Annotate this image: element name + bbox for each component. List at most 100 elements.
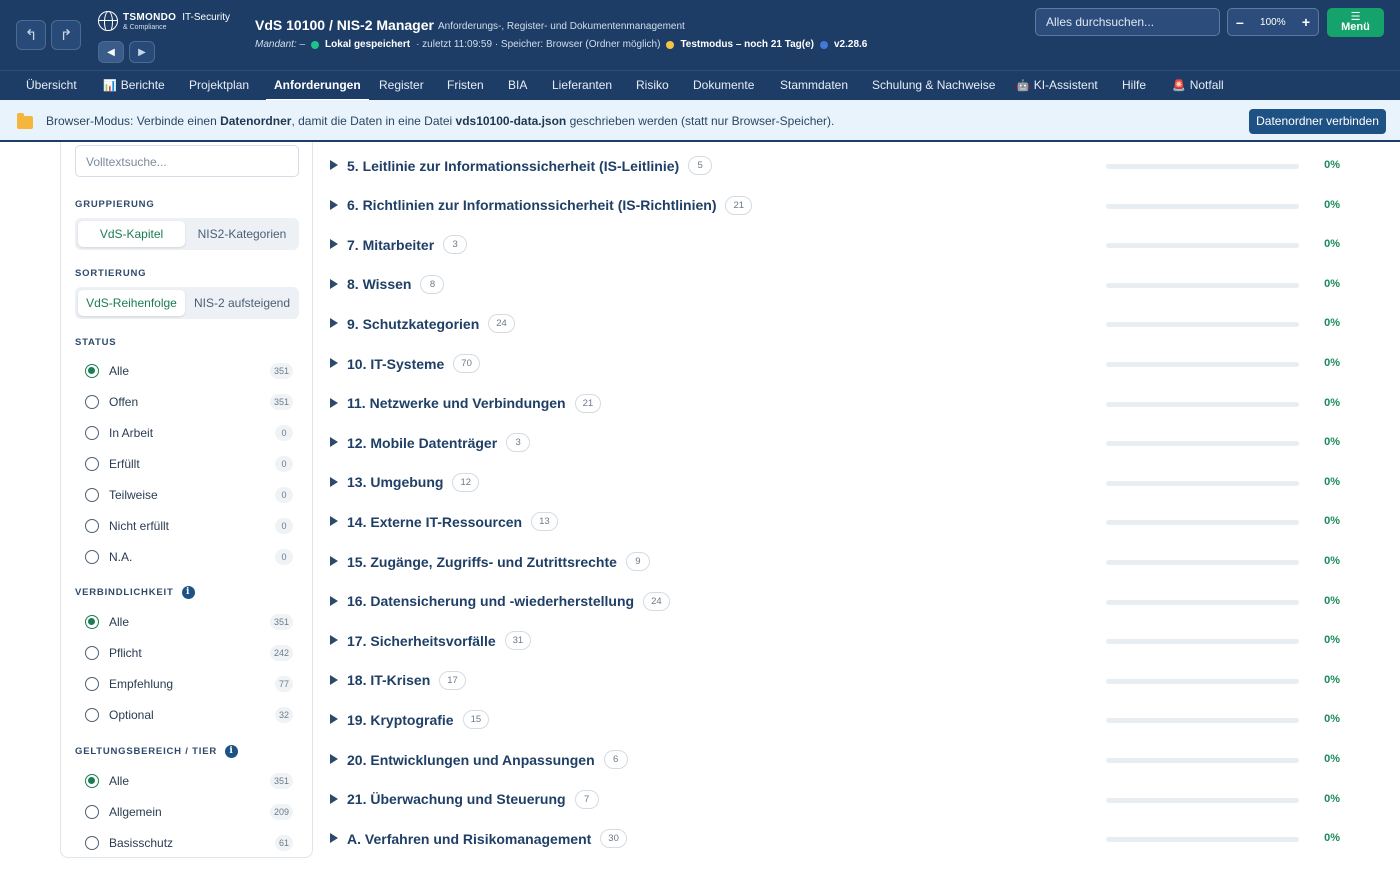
chapter-title[interactable]: 14. Externe IT-Ressourcen: [347, 514, 522, 530]
chapter-row[interactable]: A. Verfahren und Risikomanagement 30 0%: [330, 825, 1350, 855]
tab-berichte[interactable]: 📊 Berichte: [103, 71, 165, 101]
menu-button[interactable]: ☰ Menü: [1327, 8, 1384, 37]
tab-fristen[interactable]: Fristen: [447, 71, 484, 101]
chapter-row[interactable]: 13. Umgebung 12 0%: [330, 469, 1350, 499]
status-filter-option[interactable]: Nicht erfüllt 0: [85, 516, 293, 536]
expand-caret-icon[interactable]: [330, 199, 338, 210]
expand-caret-icon[interactable]: [330, 239, 338, 250]
tab-notfall[interactable]: 🚨 Notfall: [1172, 71, 1224, 101]
tab-uebersicht[interactable]: Übersicht: [26, 71, 77, 101]
chapter-row[interactable]: 10. IT-Systeme 70 0%: [330, 350, 1350, 380]
expand-caret-icon[interactable]: [330, 714, 338, 725]
info-icon[interactable]: i: [181, 586, 195, 599]
chapter-title[interactable]: 12. Mobile Datenträger: [347, 435, 497, 451]
radio-button[interactable]: [85, 395, 99, 409]
tab-lieferanten[interactable]: Lieferanten: [552, 71, 612, 101]
status-filter-option[interactable]: Offen 351: [85, 392, 293, 412]
chapter-row[interactable]: 15. Zugänge, Zugriffs- und Zutrittsrecht…: [330, 548, 1350, 578]
chapter-row[interactable]: 5. Leitlinie zur Informationssicherheit …: [330, 152, 1350, 182]
chapter-row[interactable]: 14. Externe IT-Ressourcen 13 0%: [330, 508, 1350, 538]
expand-caret-icon[interactable]: [330, 754, 338, 764]
expand-caret-icon[interactable]: [330, 793, 338, 804]
redo-button[interactable]: ↱: [51, 20, 81, 50]
chapter-row[interactable]: 6. Richtlinien zur Informationssicherhei…: [330, 192, 1350, 222]
status-filter-option[interactable]: Alle 351: [85, 361, 293, 381]
binding-filter-option[interactable]: Optional 32: [85, 705, 293, 725]
status-filter-option[interactable]: Erfüllt 0: [85, 454, 293, 474]
expand-caret-icon[interactable]: [330, 437, 338, 448]
expand-caret-icon[interactable]: [330, 160, 338, 170]
radio-button[interactable]: [85, 426, 99, 440]
chapter-title[interactable]: 6. Richtlinien zur Informationssicherhei…: [347, 197, 716, 213]
tab-register[interactable]: Register: [379, 71, 424, 101]
grouping-vds-button[interactable]: VdS-Kapitel: [78, 221, 185, 247]
undo-button[interactable]: ↰: [16, 20, 46, 50]
chapter-title[interactable]: 5. Leitlinie zur Informationssicherheit …: [347, 158, 679, 174]
chapter-title[interactable]: 8. Wissen: [347, 276, 411, 292]
zoom-out-button[interactable]: –: [1236, 14, 1244, 30]
expand-caret-icon[interactable]: [330, 674, 338, 685]
zoom-in-button[interactable]: +: [1302, 14, 1310, 30]
chapter-title[interactable]: 7. Mitarbeiter: [347, 237, 434, 253]
chapter-row[interactable]: 12. Mobile Datenträger 3 0%: [330, 429, 1350, 459]
sorting-nis2-button[interactable]: NIS-2 aufsteigend: [188, 290, 296, 316]
chapter-row[interactable]: 17. Sicherheitsvorfälle 31 0%: [330, 627, 1350, 657]
status-filter-option[interactable]: N.A. 0: [85, 547, 293, 567]
info-icon[interactable]: i: [225, 745, 238, 758]
expand-caret-icon[interactable]: [330, 476, 338, 487]
chapter-row[interactable]: 8. Wissen 8 0%: [330, 271, 1350, 301]
sorting-vds-button[interactable]: VdS-Reihenfolge: [78, 290, 185, 316]
scope-filter-option[interactable]: Allgemein 209: [85, 802, 293, 822]
chapter-row[interactable]: 7. Mitarbeiter 3 0%: [330, 231, 1350, 261]
radio-button[interactable]: [85, 615, 99, 629]
radio-button[interactable]: [85, 519, 99, 533]
grouping-nis2-button[interactable]: NIS2-Kategorien: [188, 221, 296, 247]
tab-risiko[interactable]: Risiko: [636, 71, 669, 101]
connect-folder-button[interactable]: Datenordner verbinden: [1249, 109, 1386, 134]
chapter-row[interactable]: 16. Datensicherung und -wiederherstellun…: [330, 588, 1350, 618]
chapter-row[interactable]: 11. Netzwerke und Verbindungen 21 0%: [330, 390, 1350, 420]
radio-button[interactable]: [85, 677, 99, 691]
chapter-row[interactable]: 21. Überwachung und Steuerung 7 0%: [330, 786, 1350, 816]
history-forward-button[interactable]: ▶: [129, 41, 155, 63]
binding-filter-option[interactable]: Empfehlung 77: [85, 674, 293, 694]
radio-button[interactable]: [85, 488, 99, 502]
chapter-title[interactable]: 21. Überwachung und Steuerung: [347, 791, 566, 807]
chapter-row[interactable]: 9. Schutzkategorien 24 0%: [330, 310, 1350, 340]
chapter-title[interactable]: 13. Umgebung: [347, 474, 443, 490]
expand-caret-icon[interactable]: [330, 318, 338, 329]
expand-caret-icon[interactable]: [330, 278, 338, 289]
chapter-row[interactable]: 20. Entwicklungen und Anpassungen 6 0%: [330, 746, 1350, 776]
tab-schulung[interactable]: Schulung & Nachweise: [872, 71, 995, 101]
fulltext-search-input[interactable]: Volltextsuche...: [75, 145, 299, 177]
chapter-title[interactable]: 17. Sicherheitsvorfälle: [347, 633, 496, 649]
chapter-title[interactable]: 9. Schutzkategorien: [347, 316, 479, 332]
expand-caret-icon[interactable]: [330, 358, 338, 368]
radio-button[interactable]: [85, 774, 99, 788]
radio-button[interactable]: [85, 457, 99, 471]
chapter-title[interactable]: 20. Entwicklungen und Anpassungen: [347, 752, 595, 768]
chapter-title[interactable]: 10. IT-Systeme: [347, 356, 444, 372]
tab-projektplan[interactable]: Projektplan: [189, 71, 249, 101]
global-search-input[interactable]: Alles durchsuchen...: [1035, 8, 1220, 36]
chapter-title[interactable]: 11. Netzwerke und Verbindungen: [347, 395, 566, 411]
history-back-button[interactable]: ◀: [98, 41, 124, 63]
scope-filter-option[interactable]: Basisschutz 61: [85, 833, 293, 853]
chapter-title[interactable]: 18. IT-Krisen: [347, 672, 430, 688]
expand-caret-icon[interactable]: [330, 397, 338, 408]
expand-caret-icon[interactable]: [330, 635, 338, 646]
radio-button[interactable]: [85, 805, 99, 819]
tab-stammdaten[interactable]: Stammdaten: [780, 71, 848, 101]
expand-caret-icon[interactable]: [330, 516, 338, 527]
status-filter-option[interactable]: In Arbeit 0: [85, 423, 293, 443]
tab-anforderungen[interactable]: Anforderungen: [266, 71, 369, 101]
chapter-title[interactable]: 19. Kryptografie: [347, 712, 454, 728]
radio-button[interactable]: [85, 646, 99, 660]
expand-caret-icon[interactable]: [330, 595, 338, 606]
radio-button[interactable]: [85, 550, 99, 564]
chapter-title[interactable]: 15. Zugänge, Zugriffs- und Zutrittsrecht…: [347, 554, 617, 570]
scope-filter-option[interactable]: Alle 351: [85, 771, 293, 791]
chapter-title[interactable]: 16. Datensicherung und -wiederherstellun…: [347, 593, 634, 609]
tab-hilfe[interactable]: Hilfe: [1122, 71, 1146, 101]
chapter-title[interactable]: A. Verfahren und Risikomanagement: [347, 831, 591, 847]
